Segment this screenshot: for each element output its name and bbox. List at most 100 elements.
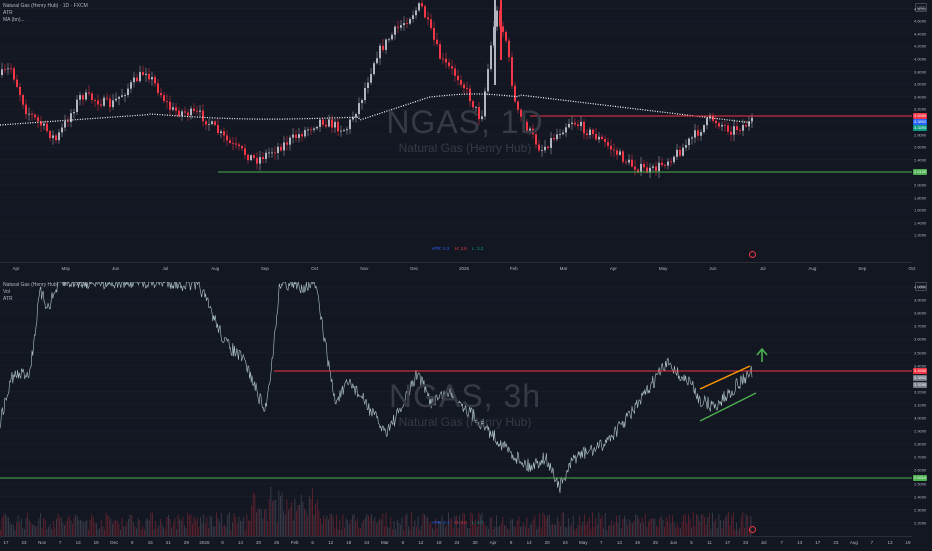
daily-atr-value: ATR: 0.2: [432, 246, 450, 251]
daily-candle-body: [64, 121, 66, 128]
3h-atr-value: ATR: 0.1: [432, 520, 450, 525]
3h-price-tag[interactable]: 3.3290: [913, 382, 928, 388]
3h-time-tick: 13: [616, 540, 622, 545]
daily-candle-body: [199, 110, 201, 112]
daily-candle-body: [301, 134, 303, 137]
daily-price-tag[interactable]: 2.6120: [913, 169, 928, 175]
3h-volume-bar: [668, 514, 670, 536]
3h-volume-bar: [148, 520, 150, 536]
3h-volume-bar: [563, 512, 565, 536]
3h-volume-bar: [312, 488, 313, 536]
3h-volume-bar: [6, 516, 8, 536]
daily-legend-atr[interactable]: ATR: [3, 10, 88, 17]
3h-price-tag[interactable]: 3.3892: [913, 375, 928, 381]
3h-volume-bar: [68, 515, 70, 536]
daily-watermark-symbol: NGAS, 1D: [386, 104, 544, 140]
3h-price-tick: 2.3000: [914, 507, 927, 513]
3h-legend-atr[interactable]: ATR: [3, 296, 87, 303]
3h-volume-bar: [123, 526, 125, 536]
3h-volume-bar: [108, 516, 110, 536]
3h-volume-bar: [678, 527, 680, 536]
daily-candle-body: [505, 32, 507, 41]
3h-volume-bar: [267, 521, 269, 536]
3h-volume-bar: [328, 519, 329, 536]
daily-candle-body: [616, 150, 618, 155]
daily-candle-body: [46, 123, 48, 132]
daily-price-axis[interactable]: 4.8000 4.6000 4.4000 4.2000 4.0000 3.8000 3.60…: [912, 0, 932, 262]
daily-legend-ma[interactable]: MA (bn)...: [3, 17, 88, 24]
3h-volume-bar: [552, 523, 553, 536]
daily-candle-body: [262, 157, 264, 160]
daily-candle-body: [106, 97, 108, 99]
daily-candle-body: [613, 149, 615, 151]
3h-time-tick: 6: [401, 540, 405, 545]
daily-high-value: H: 3.6: [454, 246, 467, 251]
daily-candle-body: [667, 161, 669, 166]
daily-candle-body: [676, 149, 678, 157]
daily-candle-body: [511, 57, 513, 86]
3h-price-tag[interactable]: 3.4550: [913, 368, 928, 374]
daily-price-tick: 4.4000: [914, 31, 927, 37]
3h-price-axis[interactable]: 4.0000 3.9000 3.8000 3.7000 3.6000 3.5000 3.40…: [912, 282, 932, 536]
3h-time-tick: 6: [311, 540, 314, 545]
daily-time-axis[interactable]: Apr May Jun Jul Aug Sep Oct Nov Dec 2026 Feb Mar Apr…: [0, 262, 916, 275]
daily-time-tick: Sep: [260, 266, 269, 271]
daily-candle-body: [718, 123, 720, 127]
3h-volume-bar: [400, 524, 401, 536]
3h-clock-icon[interactable]: [749, 526, 756, 533]
3h-volume-bar: [297, 504, 299, 536]
daily-candle-body: [640, 163, 642, 172]
daily-chart-pane[interactable]: Natural Gas (Henry Hub) · 1D · FXCM ATR …: [0, 0, 932, 262]
3h-volume-bar: [596, 524, 598, 536]
daily-candle-body: [682, 147, 684, 156]
3h-volume-bar: [636, 515, 638, 536]
daily-time-tick: Nov: [360, 266, 369, 271]
daily-candle-body: [286, 142, 288, 145]
3h-time-axis[interactable]: 17 23 Nov 7 13 19 Dec 9 15 21 29 2026 8 14 20 26 Feb 6 12 1…: [0, 536, 912, 551]
3h-legend-title[interactable]: Natural Gas (Henry Hub) · 3h · FXCM: [3, 282, 87, 289]
3h-volume-bar: [377, 520, 379, 536]
3h-volume-bar: [139, 519, 141, 536]
daily-candle-body: [196, 110, 198, 112]
3h-time-tick: 13: [887, 540, 893, 545]
3h-volume-bar: [329, 513, 331, 536]
daily-candle-body: [283, 142, 285, 151]
3h-volume-bar: [649, 519, 651, 536]
3h-volume-bar: [518, 516, 520, 536]
3h-volume-bar: [697, 515, 699, 536]
3h-volume-bar: [115, 519, 117, 536]
3h-volume-bar: [110, 518, 112, 536]
3h-low-value: L: 2.7: [471, 520, 484, 525]
daily-price-tag[interactable]: 3.3290: [913, 125, 928, 131]
daily-candle-body: [97, 100, 99, 105]
3h-price-tag[interactable]: 2.5310: [913, 475, 928, 481]
3h-chart-pane[interactable]: Natural Gas (Henry Hub) · 3h · FXCM Vol …: [0, 282, 932, 536]
daily-time-tick: May: [61, 266, 71, 271]
3h-volume-bar: [369, 517, 371, 536]
daily-candle-body: [1, 69, 3, 75]
3h-volume-bar: [107, 515, 109, 536]
daily-candle-body: [625, 161, 627, 163]
daily-candle-body: [685, 145, 687, 148]
daily-candle-body: [487, 69, 489, 92]
3h-volume-bar: [153, 529, 155, 536]
daily-time-tick: Feb: [509, 266, 518, 271]
3h-volume-bar: [17, 515, 19, 536]
daily-legend-title[interactable]: Natural Gas (Henry Hub) · 1D · FXCM: [3, 3, 88, 10]
3h-volume-bar: [260, 509, 262, 536]
daily-candle-body: [604, 139, 606, 143]
3h-time-tick: Apr: [489, 540, 497, 545]
daily-time-tick: Oct: [311, 266, 319, 271]
3h-volume-bar: [548, 514, 550, 536]
3h-volume-bar: [620, 528, 622, 536]
daily-candle-body: [313, 128, 315, 130]
daily-candle-body: [460, 80, 462, 85]
daily-candle-body: [634, 166, 636, 170]
3h-volume-bar: [702, 513, 704, 536]
3h-volume-bar: [169, 519, 171, 536]
3h-volume-bar: [497, 527, 499, 536]
daily-clock-icon[interactable]: [749, 251, 756, 258]
3h-volume-bar: [520, 526, 521, 536]
daily-candle-body: [217, 125, 219, 134]
3h-legend-vol[interactable]: Vol: [3, 289, 87, 296]
